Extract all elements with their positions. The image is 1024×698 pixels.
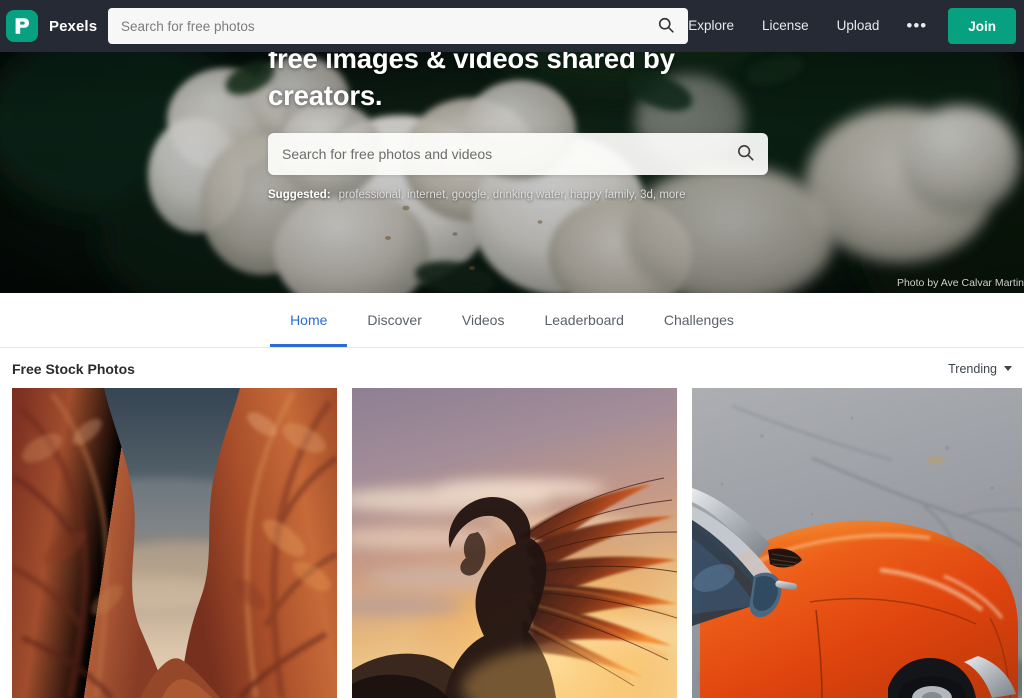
header-nav-links: Explore License Upload ••• Join — [674, 0, 1016, 52]
pexels-logo-icon — [6, 10, 38, 42]
top-navigation-bar: Pexels Explore License Upload ••• Join — [0, 0, 1024, 52]
tab-home[interactable]: Home — [270, 293, 348, 347]
suggested-label: Suggested: — [268, 189, 331, 201]
brand-name: Pexels — [49, 17, 98, 35]
sort-label: Trending — [948, 361, 997, 376]
photo-credit[interactable]: Photo by Ave Calvar Martin — [897, 277, 1024, 289]
photo-sunset-hair — [352, 388, 677, 698]
hero-search-input[interactable] — [268, 146, 722, 162]
hero-content: free images & videos shared by creators.… — [268, 40, 768, 201]
nav-link-explore[interactable]: Explore — [674, 0, 748, 52]
sort-dropdown[interactable]: Trending — [948, 362, 1012, 376]
suggested-searches: Suggested: professional, internet, google… — [268, 189, 768, 201]
more-options-icon[interactable]: ••• — [893, 0, 940, 52]
header-search-bar[interactable] — [108, 8, 688, 44]
search-icon — [736, 143, 755, 165]
tab-videos[interactable]: Videos — [442, 293, 525, 347]
brand-logo[interactable]: Pexels — [0, 10, 97, 42]
content-tabs: Home Discover Videos Leaderboard Challen… — [0, 293, 1024, 348]
nav-link-license[interactable]: License — [748, 0, 823, 52]
photo-orange-car — [692, 388, 1022, 698]
photo-card[interactable] — [692, 388, 1022, 698]
join-button[interactable]: Join — [948, 8, 1016, 44]
page-title: Free Stock Photos — [12, 360, 135, 377]
photo-grid — [12, 388, 1024, 698]
section-header: Free Stock Photos Trending — [0, 349, 1024, 388]
hero-search-bar[interactable] — [268, 133, 768, 175]
tab-leaderboard[interactable]: Leaderboard — [524, 293, 643, 347]
chevron-down-icon — [1004, 366, 1012, 371]
photo-canyon — [12, 388, 337, 698]
tab-discover[interactable]: Discover — [347, 293, 441, 347]
search-icon — [657, 16, 675, 37]
photo-card[interactable] — [12, 388, 337, 698]
nav-link-upload[interactable]: Upload — [823, 0, 894, 52]
suggested-terms[interactable]: professional, internet, google, drinking… — [339, 189, 686, 201]
pexels-p-glyph — [15, 18, 29, 34]
hero-search-button[interactable] — [722, 133, 768, 175]
tab-challenges[interactable]: Challenges — [644, 293, 754, 347]
photo-card[interactable] — [352, 388, 677, 698]
search-input[interactable] — [108, 18, 644, 34]
